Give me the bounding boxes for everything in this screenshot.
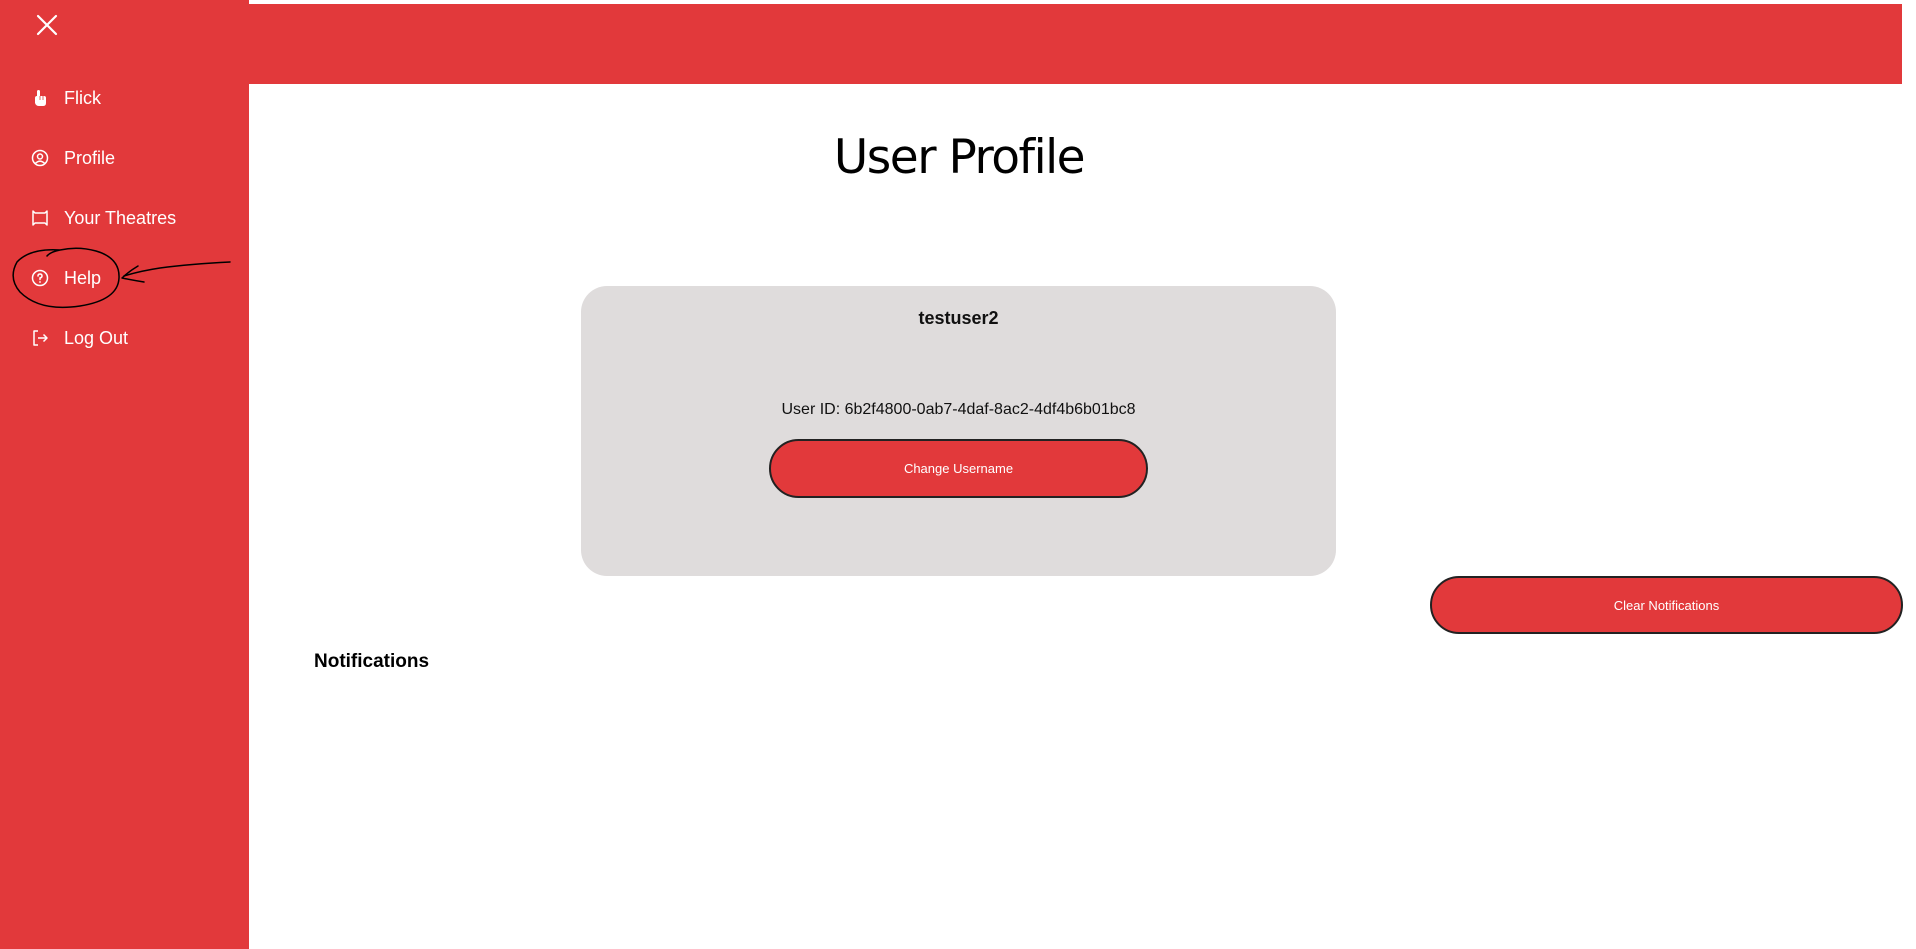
page-title: User Profile [833,130,1086,185]
sidebar-item-your-theatres[interactable]: Your Theatres [30,203,176,233]
sidebar-item-label: Log Out [64,327,129,348]
sidebar-item-profile[interactable]: Profile [30,143,115,173]
sidebar: Flick Profile Your Theatres Help Log Out [0,0,249,949]
top-bar [249,4,1902,84]
sidebar-item-label: Flick [64,87,101,108]
theatre-screen-icon [30,208,50,228]
username-label: testuser2 [918,308,999,328]
notifications-heading: Notifications [314,651,430,672]
logout-icon [30,328,50,348]
user-circle-icon [30,148,50,168]
sidebar-item-log-out[interactable]: Log Out [30,323,128,353]
user-id-text: User ID: 6b2f4800-0ab7-4daf-8ac2-4df4b6b… [781,401,1136,418]
sidebar-item-flick[interactable]: Flick [30,83,101,113]
change-username-button[interactable]: Change Username [769,439,1148,498]
sidebar-item-label: Profile [64,147,116,168]
close-icon [36,14,58,36]
close-sidebar-button[interactable] [30,8,64,42]
pointing-hand-icon [30,88,50,108]
profile-card: testuser2 User ID: 6b2f4800-0ab7-4daf-8a… [581,286,1336,576]
sidebar-item-label: Help [64,267,102,288]
sidebar-item-help[interactable]: Help [30,263,101,293]
app-root: Flick Profile Your Theatres Help Log Out… [0,0,1916,949]
help-circle-icon [30,268,50,288]
clear-notifications-button[interactable]: Clear Notifications [1430,576,1903,634]
sidebar-item-label: Your Theatres [64,207,177,228]
